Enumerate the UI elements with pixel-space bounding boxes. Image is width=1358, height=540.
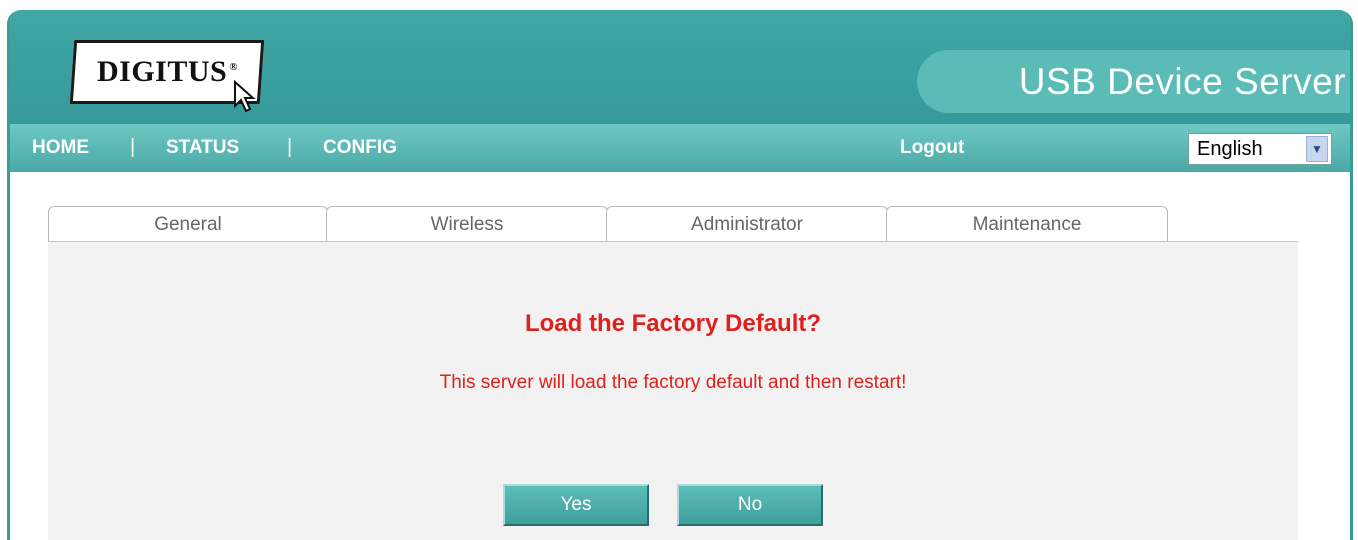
dialog-message: This server will load the factory defaul… (439, 372, 907, 393)
maintenance-panel: Load the Factory Default? This server wi… (48, 241, 1298, 540)
nav-separator: | (130, 136, 136, 158)
nav-config[interactable]: CONFIG (323, 137, 397, 159)
header-banner: DIGITUS ® USB Device Server (10, 10, 1350, 124)
tab-administrator[interactable]: Administrator (606, 206, 888, 242)
nav-separator: | (287, 136, 293, 158)
tab-wireless[interactable]: Wireless (326, 206, 608, 242)
pointer-cursor-icon (234, 80, 256, 113)
dialog-title: Load the Factory Default? (524, 310, 822, 337)
nav-status[interactable]: STATUS (166, 137, 239, 159)
no-button[interactable]: No (677, 484, 823, 526)
config-tabs: General Wireless Administrator Maintenan… (48, 206, 1298, 242)
tab-maintenance[interactable]: Maintenance (886, 206, 1168, 242)
logout-link[interactable]: Logout (900, 137, 964, 159)
top-nav: HOME | STATUS | CONFIG Logout English ▼ (10, 124, 1350, 172)
logo-text: DIGITUS (96, 55, 227, 88)
main-content: General Wireless Administrator Maintenan… (10, 172, 1350, 540)
language-select[interactable]: English ▼ (1188, 133, 1332, 165)
yes-button[interactable]: Yes (503, 484, 649, 526)
language-value: English (1197, 137, 1263, 160)
logo-mark: ® (228, 61, 238, 73)
chevron-down-icon[interactable]: ▼ (1306, 136, 1328, 162)
product-title: USB Device Server (1018, 60, 1346, 102)
product-title-badge: USB Device Server (917, 50, 1350, 113)
tab-general[interactable]: General (48, 206, 328, 242)
nav-home[interactable]: HOME (32, 137, 89, 159)
app-frame: DIGITUS ® USB Device Server HOME | STATUS… (7, 10, 1353, 540)
